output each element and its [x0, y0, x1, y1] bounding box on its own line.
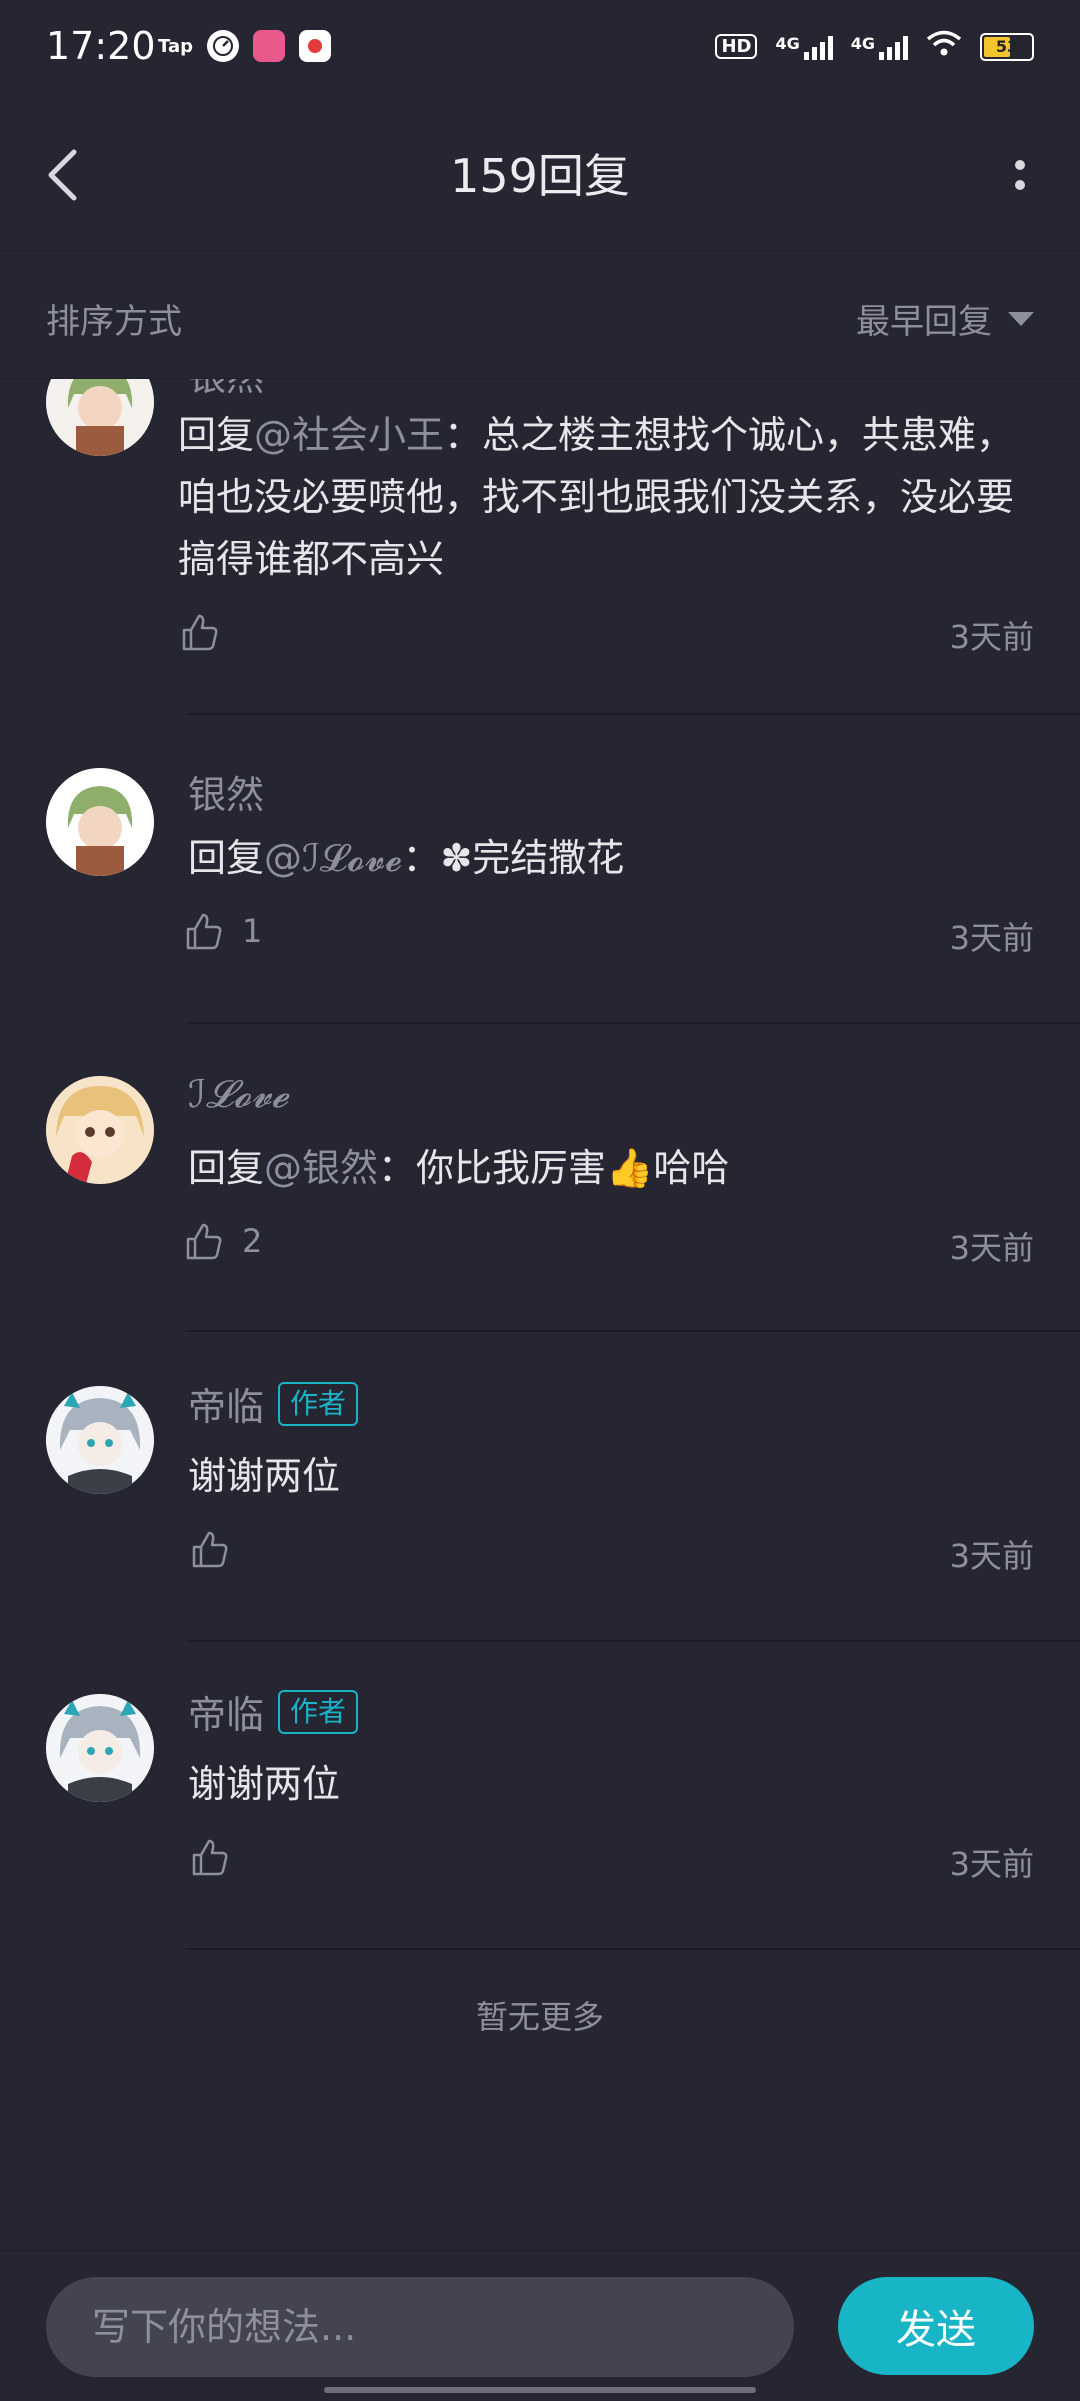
video-app-icon [253, 30, 285, 62]
status-indicators: HD 4G 4G 53 [715, 30, 1034, 63]
avatar[interactable] [46, 1076, 154, 1184]
signal-1-icon: 4G [775, 33, 833, 60]
avatar[interactable] [46, 1386, 154, 1494]
comment-time: 3天前 [949, 919, 1034, 957]
like-count: 1 [242, 912, 263, 950]
status-time: 17:20 [46, 24, 156, 68]
comment-item: ℐ𝓛𝓸𝓿𝓮 回复@银然：你比我厉害👍哈哈 2 3天前 [0, 1024, 1080, 1332]
comment-item: 帝临 作者 谢谢两位 3天前 [0, 1332, 1080, 1642]
no-more-text: 暂无更多 [475, 1998, 604, 2036]
comment-text[interactable]: 谢谢两位 [188, 1445, 1024, 1507]
comment-content: ：✽完结撒花 [402, 836, 625, 880]
wifi-icon [926, 30, 962, 63]
comment-time: 3天前 [949, 1537, 1034, 1575]
author-badge: 作者 [278, 1381, 359, 1426]
page-title: 159回复 [450, 149, 630, 203]
comment-content: ：你比我厉害👍哈哈 [378, 1146, 730, 1190]
mention-link[interactable]: @银然 [264, 1146, 378, 1190]
reply-prefix: 回复 [188, 836, 265, 880]
thumbs-up-icon [192, 1531, 228, 1568]
like-button[interactable] [180, 612, 238, 652]
author-name: 银然 [188, 379, 264, 401]
comment-time: 3天前 [949, 1845, 1034, 1883]
author-name: 银然 [188, 773, 265, 817]
like-button[interactable]: 1 [184, 911, 262, 951]
like-button[interactable]: 2 [184, 1221, 262, 1261]
sort-selected-label: 最早回复 [856, 302, 992, 342]
more-options-button[interactable] [990, 145, 1050, 205]
comment-item: 银然 回复@ℐ𝓛𝓸𝓿𝓮：✽完结撒花 1 3天前 [0, 714, 1080, 1024]
battery-level: 53 [995, 37, 1019, 56]
dot-icon [1015, 160, 1025, 170]
caret-down-icon [1008, 311, 1034, 326]
comment-author[interactable]: 帝临 作者 [188, 1684, 359, 1739]
avatar[interactable] [46, 768, 154, 876]
status-bar: 17:20 Tap HD 4G 4G 53 [0, 0, 1080, 100]
reply-prefix: 回复 [188, 1146, 265, 1190]
mention-link[interactable]: @ℐ𝓛𝓸𝓿𝓮 [264, 836, 402, 880]
send-button[interactable]: 发送 [838, 2277, 1034, 2375]
speedometer-app-icon [207, 30, 239, 62]
reply-prefix: 回复 [178, 413, 255, 457]
comment-text[interactable]: 回复@社会小王：总之楼主想找个诚心，共患难，咱也没必要喷他，找不到也跟我们没关系… [178, 404, 1024, 590]
avatar[interactable] [46, 1694, 154, 1802]
like-button[interactable] [190, 1529, 248, 1569]
thumbs-up-icon [192, 1839, 228, 1876]
comment-author[interactable]: 银然 [188, 379, 264, 401]
divider [186, 1948, 1080, 1950]
sort-dropdown[interactable]: 最早回复 [856, 294, 1034, 343]
comment-time: 3天前 [949, 618, 1034, 656]
header: 159回复 [0, 100, 1080, 251]
red-app-icon [299, 30, 331, 62]
thumbs-up-icon [186, 1223, 222, 1260]
like-count: 2 [242, 1222, 263, 1260]
author-badge: 作者 [278, 1689, 359, 1734]
comment-author[interactable]: 银然 [188, 764, 264, 819]
like-button[interactable] [190, 1837, 248, 1877]
hd-icon: HD [715, 34, 758, 59]
avatar[interactable] [46, 379, 154, 456]
dot-icon [1015, 180, 1025, 190]
sort-bar: 排序方式 最早回复 [0, 252, 1080, 379]
status-app-icons: Tap [158, 30, 331, 62]
comment-author[interactable]: 帝临 作者 [188, 1376, 359, 1431]
comment-author[interactable]: ℐ𝓛𝓸𝓿𝓮 [188, 1072, 288, 1117]
mention-link[interactable]: @社会小王 [254, 413, 444, 457]
thumbs-up-icon [182, 614, 218, 651]
battery-icon: 53 [980, 32, 1034, 61]
author-name: 帝临 [188, 1385, 265, 1429]
thumbs-up-icon [186, 913, 222, 950]
network-type-label: 4G [775, 33, 800, 53]
comment-time: 3天前 [949, 1229, 1034, 1267]
comment-composer: 写下你的想法... 发送 [0, 2250, 1080, 2401]
tap-app-icon: Tap [158, 35, 193, 57]
comment-item: 帝临 作者 谢谢两位 3天前 [0, 1640, 1080, 1950]
signal-2-icon: 4G [851, 34, 908, 60]
author-name: ℐ𝓛𝓸𝓿𝓮 [188, 1072, 289, 1116]
comment-content: 谢谢两位 [188, 1454, 341, 1498]
author-name: 帝临 [188, 1693, 265, 1737]
sort-label: 排序方式 [46, 302, 182, 342]
comment-text[interactable]: 回复@ℐ𝓛𝓸𝓿𝓮：✽完结撒花 [188, 827, 1024, 889]
network-type-label: 4G [850, 33, 875, 53]
comment-content: 谢谢两位 [188, 1762, 341, 1806]
comment-text[interactable]: 谢谢两位 [188, 1753, 1024, 1815]
comment-text[interactable]: 回复@银然：你比我厉害👍哈哈 [188, 1137, 1024, 1199]
reply-list[interactable]: 银然 回复@社会小王：总之楼主想找个诚心，共患难，咱也没必要喷他，找不到也跟我们… [0, 379, 1080, 2251]
comment-input[interactable]: 写下你的想法... [46, 2277, 794, 2377]
home-indicator[interactable] [324, 2387, 756, 2393]
